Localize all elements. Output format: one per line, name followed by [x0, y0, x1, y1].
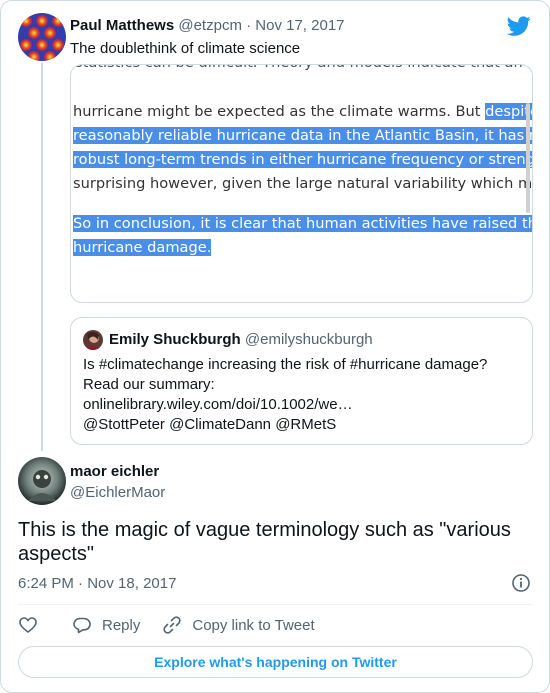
tweet-date[interactable]: Nov 17, 2017	[255, 17, 344, 34]
main-author-name[interactable]: maor eichler	[70, 463, 159, 480]
main-tweet-text: This is the magic of vague terminology s…	[18, 519, 511, 565]
actions-divider	[18, 604, 533, 605]
embedded-tweet-card: Paul Matthews @etzpcm · Nov 17, 2017 The…	[0, 0, 550, 693]
main-tweet-timestamp[interactable]: 6:24 PM · Nov 18, 2017	[18, 575, 176, 592]
copy-link-label: Copy link to Tweet	[192, 616, 315, 634]
quoted-mentions: @StottPeter @ClimateDann @RMetS	[83, 416, 337, 433]
main-author-handle[interactable]: @EichlerMaor	[70, 484, 165, 501]
link-icon	[163, 616, 182, 634]
reply-button[interactable]: Reply	[72, 615, 140, 635]
quoted-line-1: Is #climatechange increasing the risk of…	[83, 356, 488, 373]
paul-matthews-avatar[interactable]	[18, 13, 66, 61]
document-screenshot: statistics can be difficult. Theory and …	[73, 65, 533, 260]
doc-line-2: reasonably reliable hurricane data in th…	[73, 124, 532, 148]
info-icon[interactable]	[511, 573, 531, 593]
quoted-tweet-text: Is #climatechange increasing the risk of…	[83, 355, 487, 435]
attached-image[interactable]: statistics can be difficult. Theory and …	[70, 64, 533, 303]
doc-line-clipped: surprising however, given the large natu…	[73, 175, 533, 192]
reply-bubble-icon	[73, 617, 91, 634]
doc-line-3-highlight: robust long-term trends in either hurric…	[73, 151, 532, 168]
separator-dot: ·	[78, 575, 84, 592]
author-name[interactable]: Paul Matthews	[70, 17, 174, 34]
doc-line-3: robust long-term trends in either hurric…	[73, 148, 532, 172]
parent-tweet-text: The doublethink of climate science	[70, 40, 301, 57]
doc-line-4: So in conclusion, it is clear that human…	[73, 212, 532, 236]
doc-line-5-highlight: hurricane damage.	[73, 239, 212, 256]
heart-icon	[19, 617, 37, 633]
thread-connector-line	[41, 63, 43, 451]
parent-tweet-header: Paul Matthews @etzpcm · Nov 17, 2017	[70, 17, 345, 34]
twitter-bird-icon[interactable]	[506, 14, 531, 38]
author-handle[interactable]: @etzpcm	[178, 17, 242, 34]
quoted-link: onlinelibrary.wiley.com/doi/10.1002/we…	[83, 396, 353, 413]
quoted-author-handle: @emilyshuckburgh	[244, 331, 373, 348]
quoted-tweet-header: Emily Shuckburgh @emilyshuckburgh	[109, 331, 373, 348]
maor-eichler-avatar[interactable]	[18, 457, 66, 505]
tweet-time: 6:24 PM	[18, 575, 74, 592]
doc-line-clipped-top: statistics can be difficult. Theory and …	[75, 65, 532, 75]
quoted-author-name: Emily Shuckburgh	[109, 331, 241, 348]
explore-twitter-button[interactable]: Explore what's happening on Twitter	[18, 646, 533, 678]
like-button[interactable]	[18, 615, 72, 635]
reply-label: Reply	[102, 616, 141, 634]
separator-dot: ·	[246, 17, 252, 34]
doc-line-1-plain: hurricane might be expected as the clima…	[73, 103, 486, 120]
document-scrollbar	[526, 103, 530, 213]
doc-line-5: hurricane damage.	[73, 236, 532, 260]
doc-line-1: hurricane might be expected as the clima…	[73, 100, 532, 124]
doc-line-4-highlight: So in conclusion, it is clear that human…	[73, 215, 532, 232]
tweet-date: Nov 18, 2017	[87, 575, 177, 592]
doc-line-2-highlight: reasonably reliable hurricane data in th…	[73, 127, 532, 144]
copy-link-button[interactable]: Copy link to Tweet	[162, 615, 315, 635]
quoted-line-2: Read our summary:	[83, 376, 215, 393]
tweet-actions-bar: Reply Copy link to Tweet	[18, 613, 315, 637]
emily-shuckburgh-avatar[interactable]	[83, 330, 103, 350]
quoted-tweet[interactable]: Emily Shuckburgh @emilyshuckburgh Is #cl…	[70, 317, 533, 445]
